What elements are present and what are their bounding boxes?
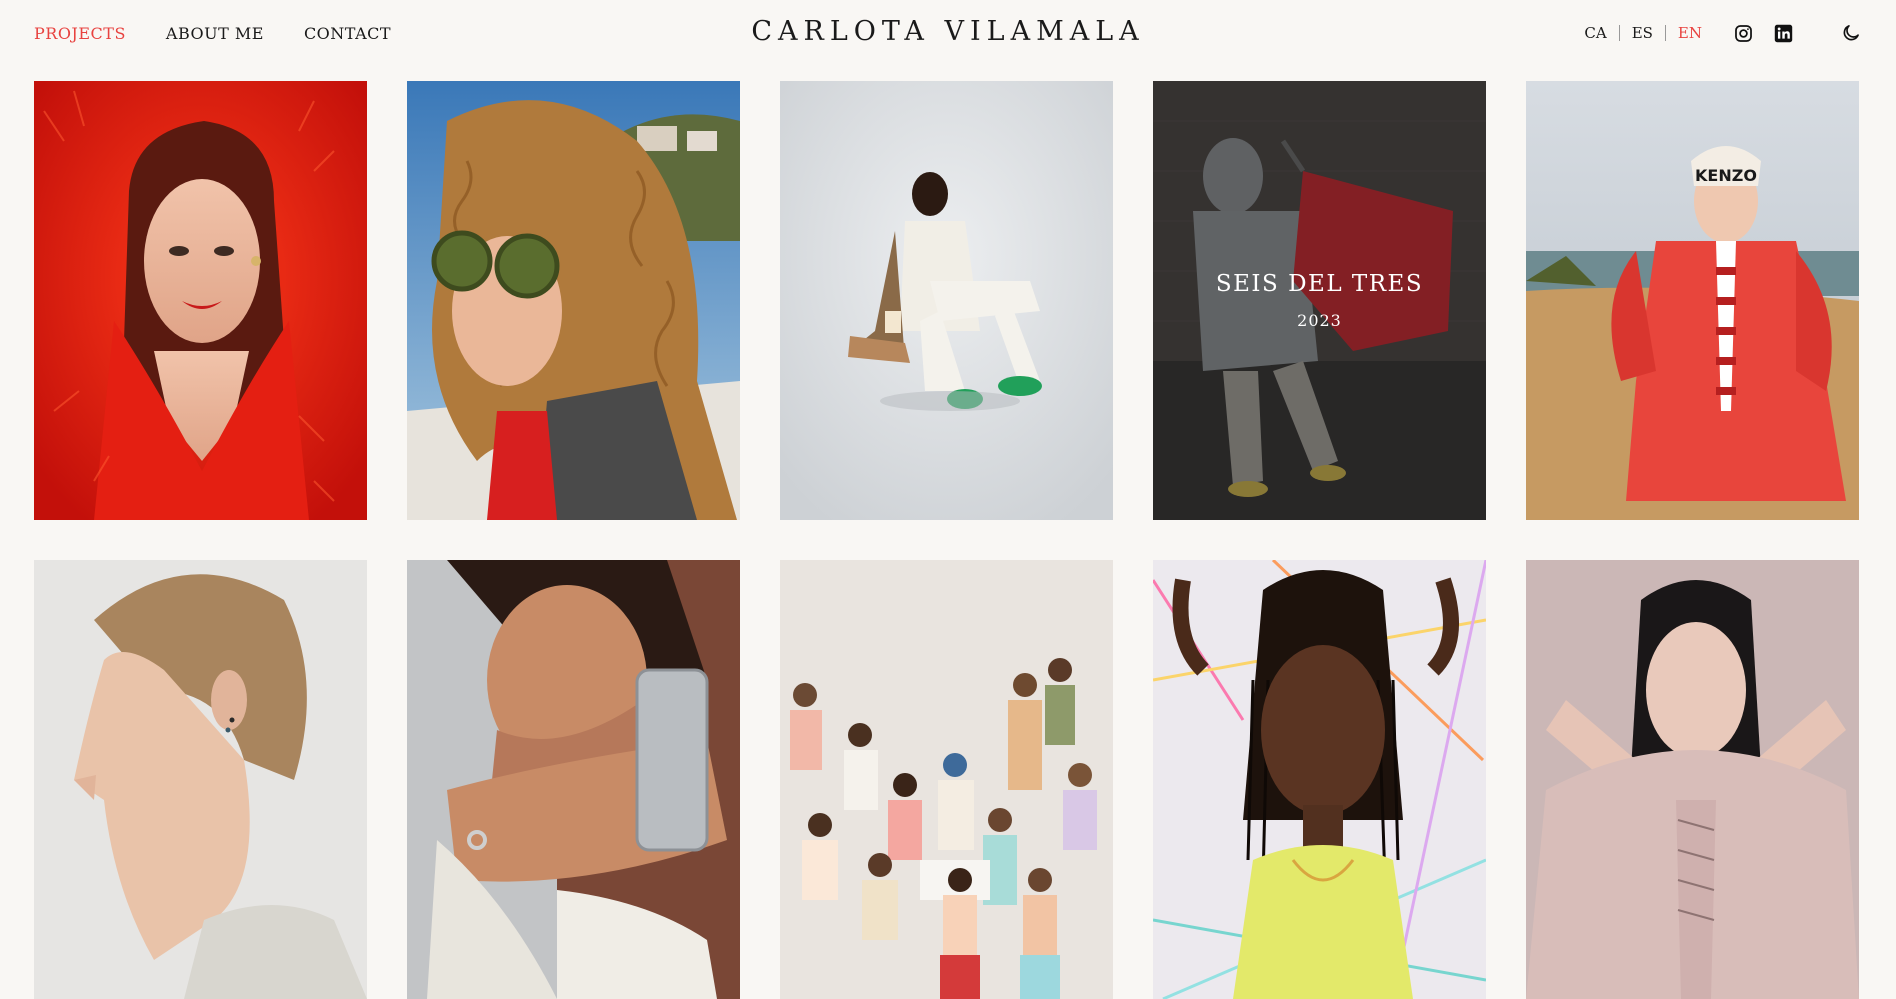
project-image [407,560,740,999]
project-image: KENZO [1526,81,1859,520]
project-tile[interactable] [34,560,367,999]
instagram-icon[interactable] [1732,22,1754,44]
project-title: SEIS DEL TRES [1215,271,1424,297]
project-tile[interactable] [407,81,740,520]
project-tile[interactable] [1153,560,1486,999]
moon-icon[interactable] [1840,22,1862,44]
linkedin-icon[interactable] [1772,22,1794,44]
project-tile[interactable] [1526,560,1859,999]
project-tile[interactable] [407,560,740,999]
lang-divider [1618,25,1620,41]
project-tile[interactable]: KENZO [1526,81,1859,520]
projects-grid: SEIS DEL TRES 2023 KENZO [34,81,1859,999]
language-switcher: CA ES EN [1584,24,1702,42]
lang-divider [1664,25,1666,41]
lang-es-link[interactable]: ES [1632,24,1653,42]
project-image [1153,560,1486,999]
project-tile-featured[interactable]: SEIS DEL TRES 2023 [1153,81,1486,520]
header-tools: CA ES EN [1584,22,1862,44]
project-image [780,560,1113,999]
project-image [1526,560,1859,999]
lang-en-link[interactable]: EN [1678,24,1702,42]
project-tile[interactable] [780,560,1113,999]
project-image [34,560,367,999]
site-header: PROJECTS ABOUT ME CONTACT CARLOTA VILAMA… [0,0,1896,68]
project-image [34,81,367,520]
project-year: 2023 [1297,311,1342,330]
project-image [780,81,1113,520]
project-tile[interactable] [780,81,1113,520]
project-image [407,81,740,520]
social-links [1732,22,1794,44]
project-tile[interactable] [34,81,367,520]
project-overlay: SEIS DEL TRES 2023 [1153,81,1486,520]
hat-logo-text: KENZO [1695,166,1757,185]
lang-ca-link[interactable]: CA [1584,24,1606,42]
